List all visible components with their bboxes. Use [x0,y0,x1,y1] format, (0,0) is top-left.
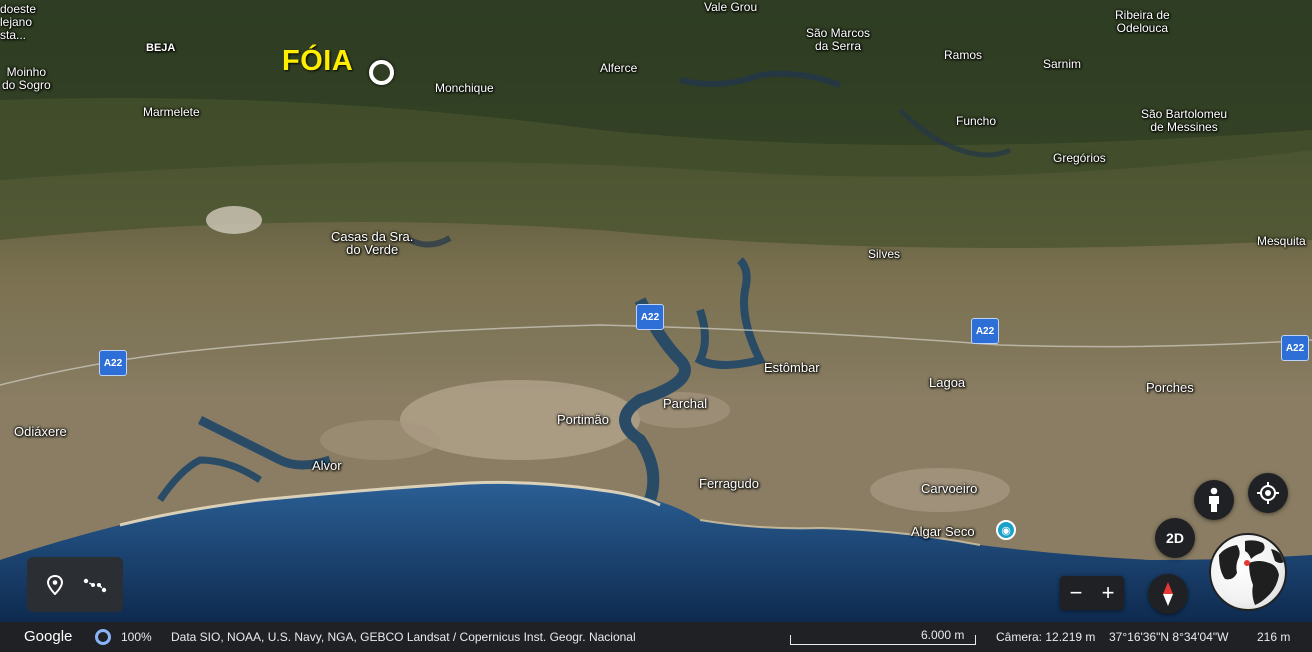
place-label-porches[interactable]: Porches [1146,381,1194,394]
place-label-sarnim[interactable]: Sarnim [1043,58,1081,71]
place-label-monchique[interactable]: Monchique [435,82,494,95]
place-label-carvoeiro[interactable]: Carvoeiro [921,482,977,495]
place-label-beja[interactable]: BEJA [146,42,175,55]
path-icon [83,578,107,592]
place-label-sao-marcos[interactable]: São Marcos da Serra [806,27,870,53]
camera-poi-icon[interactable]: ◉ [996,520,1016,540]
google-logo: Google [24,628,73,645]
street-view-button[interactable] [1194,480,1234,520]
globe-minimap[interactable] [1209,533,1287,611]
loading-progress: 100% [121,630,152,644]
measure-toolbox [27,557,123,612]
place-label-lagoa[interactable]: Lagoa [929,376,965,389]
place-label-gregorios[interactable]: Gregórios [1053,152,1106,165]
foia-highlight-label: FÓIA [282,45,354,77]
place-label-estombar[interactable]: Estômbar [764,361,820,374]
place-label-oeste[interactable]: doeste lejano sta... [0,3,36,42]
placemark-icon [46,574,64,595]
road-shield-a22: A22 [1281,335,1309,361]
place-label-moinho[interactable]: Moinho do Sogro [2,66,51,92]
camera-altitude: Câmera: 12.219 m [996,630,1096,644]
zoom-out-button[interactable]: − [1062,578,1090,608]
draw-path-button[interactable] [80,570,110,600]
place-label-vale-grou[interactable]: Vale Grou [704,1,757,14]
foia-marker-icon[interactable] [369,60,394,85]
compass-icon [1163,582,1173,606]
place-label-funcho[interactable]: Funcho [956,115,996,128]
place-label-alvor[interactable]: Alvor [312,459,342,472]
crosshair-icon [1257,482,1279,504]
my-location-button[interactable] [1248,473,1288,513]
place-label-ferragudo[interactable]: Ferragudo [699,477,759,490]
place-label-ramos[interactable]: Ramos [944,49,982,62]
status-bar: Google 100% Data SIO, NOAA, U.S. Navy, N… [0,622,1312,652]
place-label-ribeira[interactable]: Ribeira de Odelouca [1115,9,1170,35]
compass-button[interactable] [1148,574,1188,614]
road-shield-a22: A22 [971,318,999,344]
road-shield-a22: A22 [636,304,664,330]
place-label-portimao[interactable]: Portimão [557,413,609,426]
toggle-2d-button[interactable]: 2D [1155,518,1195,558]
data-attribution[interactable]: Data SIO, NOAA, U.S. Navy, NGA, GEBCO La… [171,630,636,644]
map-view[interactable]: doeste lejano sta... BEJA Moinho do Sogr… [0,0,1312,622]
place-label-algar-seco[interactable]: Algar Seco [911,525,975,538]
cursor-coordinates: 37°16'36"N 8°34'04"W [1109,630,1229,644]
place-label-odiaxere[interactable]: Odiáxere [14,425,67,438]
place-label-casas[interactable]: Casas da Sra. do Verde [331,230,413,256]
place-label-sao-bartolomeu[interactable]: São Bartolomeu de Messines [1141,108,1227,134]
zoom-control: − + [1060,576,1124,610]
place-label-parchal[interactable]: Parchal [663,397,707,410]
zoom-in-button[interactable]: + [1094,578,1122,608]
place-label-alferce[interactable]: Alferce [600,62,637,75]
scale-label: 6.000 m [921,628,965,642]
terrain-elevation: 216 m [1257,630,1291,644]
place-label-mesquita[interactable]: Mesquita [1257,235,1306,248]
loading-status-icon [95,629,111,645]
pegman-icon [1209,487,1219,512]
place-label-silves[interactable]: Silves [868,248,900,261]
add-placemark-button[interactable] [40,570,70,600]
road-shield-a22: A22 [99,350,127,376]
place-label-marmelete[interactable]: Marmelete [143,106,200,119]
